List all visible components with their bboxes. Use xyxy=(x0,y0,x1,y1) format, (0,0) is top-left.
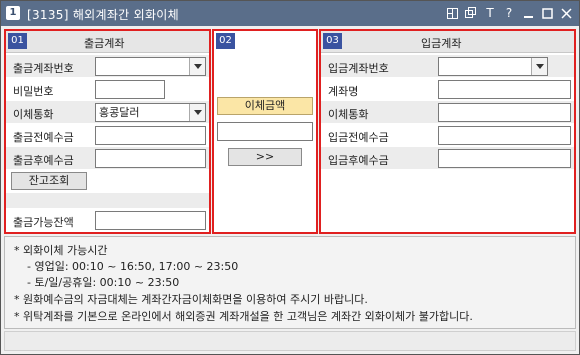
notice-line: * 외화이체 가능시간 xyxy=(14,244,108,257)
amount-panel-header: 02 xyxy=(214,31,316,53)
account-name-row: 계좌명 xyxy=(321,78,574,101)
panel-title: 입금계좌 xyxy=(421,37,462,50)
available-balance-row: 출금가능잔액 xyxy=(6,209,209,232)
balance-inquiry-row: 잔고조회 xyxy=(6,170,209,193)
deposit-account-select[interactable] xyxy=(438,57,548,76)
after-deposit-field[interactable] xyxy=(438,149,571,168)
available-balance-field[interactable] xyxy=(95,211,206,230)
deposit-account-panel: 03 입금계좌 입금계좌번호 계좌명 이체통화 입금전예수금 입금후예수금 xyxy=(319,29,576,234)
after-deposit-row: 입금후예수금 xyxy=(321,147,574,170)
title-toolbar: T ? xyxy=(445,4,573,22)
panel-number-badge: 02 xyxy=(216,33,235,49)
window-layout-icon[interactable] xyxy=(445,4,459,22)
account-name-field[interactable] xyxy=(438,80,571,99)
transfer-amount-panel: 02 이체금액 >> xyxy=(212,29,318,234)
chevron-down-icon[interactable] xyxy=(531,58,547,75)
status-bar xyxy=(4,331,576,351)
notice-box: * 외화이체 가능시간 - 영업일: 00:10 ~ 16:50, 17:00 … xyxy=(4,236,576,329)
panel-number-badge: 01 xyxy=(8,33,27,49)
chevron-down-icon[interactable] xyxy=(189,58,205,75)
help-icon[interactable]: ? xyxy=(502,4,516,22)
font-icon[interactable]: T xyxy=(483,4,497,22)
deposit-currency-field[interactable] xyxy=(438,103,571,122)
transfer-amount-label: 이체금액 xyxy=(217,97,313,115)
app-window: 1 [3135] 해외계좌간 외화이체 T ? 01 출금계좌 출금계좌번호 비… xyxy=(0,0,580,355)
deposit-panel-header: 03 입금계좌 xyxy=(321,31,574,53)
field-label: 계좌명 xyxy=(328,85,359,98)
minimize-icon[interactable] xyxy=(521,4,535,22)
before-withdraw-field[interactable] xyxy=(95,126,206,145)
before-deposit-row: 입금전예수금 xyxy=(321,124,574,147)
after-withdraw-row: 출금후예수금 xyxy=(6,147,209,170)
before-withdraw-row: 출금전예수금 xyxy=(6,124,209,147)
empty-area xyxy=(321,170,574,232)
chevron-down-icon[interactable] xyxy=(189,104,205,121)
currency-select-value: 홍콩달러 xyxy=(99,106,140,119)
password-row: 비밀번호 xyxy=(6,78,209,101)
app-icon: 1 xyxy=(6,6,20,20)
window-title: [3135] 해외계좌간 외화이체 xyxy=(27,8,179,22)
transfer-amount-input[interactable] xyxy=(217,122,313,141)
password-input[interactable] xyxy=(95,80,165,99)
currency-select[interactable]: 홍콩달러 xyxy=(95,103,206,122)
withdraw-account-row: 출금계좌번호 xyxy=(6,55,209,78)
close-icon[interactable] xyxy=(559,4,573,22)
field-label: 출금가능잔액 xyxy=(13,216,74,229)
field-label: 출금후예수금 xyxy=(13,154,74,167)
withdraw-currency-row: 이체통화 홍콩달러 xyxy=(6,101,209,124)
panel-number-badge: 03 xyxy=(323,33,342,49)
maximize-icon[interactable] xyxy=(540,4,554,22)
balance-inquiry-button[interactable]: 잔고조회 xyxy=(11,172,87,190)
withdraw-account-select[interactable] xyxy=(95,57,206,76)
deposit-currency-row: 이체통화 xyxy=(321,101,574,124)
notice-line: * 위탁계좌를 기본으로 온라인에서 해외증권 계좌개설을 한 고객님은 계좌간… xyxy=(14,310,473,323)
field-label: 입금전예수금 xyxy=(328,131,389,144)
field-label: 이체통화 xyxy=(328,108,369,121)
deposit-account-row: 입금계좌번호 xyxy=(321,55,574,78)
field-label: 비밀번호 xyxy=(13,85,54,98)
copy-icon[interactable] xyxy=(464,4,478,22)
panel-title: 출금계좌 xyxy=(84,37,125,50)
field-label: 출금전예수금 xyxy=(13,131,74,144)
field-label: 입금후예수금 xyxy=(328,154,389,167)
spacer-row xyxy=(6,193,209,209)
after-withdraw-field[interactable] xyxy=(95,149,206,168)
withdraw-account-panel: 01 출금계좌 출금계좌번호 비밀번호 이체통화 홍콩달러 출금전예수금 출금후… xyxy=(4,29,211,234)
notice-line: - 영업일: 00:10 ~ 16:50, 17:00 ~ 23:50 xyxy=(27,260,239,273)
title-bar: 1 [3135] 해외계좌간 외화이체 T ? xyxy=(1,1,579,26)
field-label: 출금계좌번호 xyxy=(13,62,74,75)
field-label: 이체통화 xyxy=(13,108,54,121)
field-label: 입금계좌번호 xyxy=(328,62,389,75)
withdraw-panel-header: 01 출금계좌 xyxy=(6,31,209,53)
notice-line: * 원화예수금의 자금대체는 계좌간자금이체화면을 이용하여 주시기 바랍니다. xyxy=(14,293,368,306)
transfer-button[interactable]: >> xyxy=(228,148,302,166)
notice-line: - 토/일/공휴일: 00:10 ~ 23:50 xyxy=(27,276,180,289)
before-deposit-field[interactable] xyxy=(438,126,571,145)
